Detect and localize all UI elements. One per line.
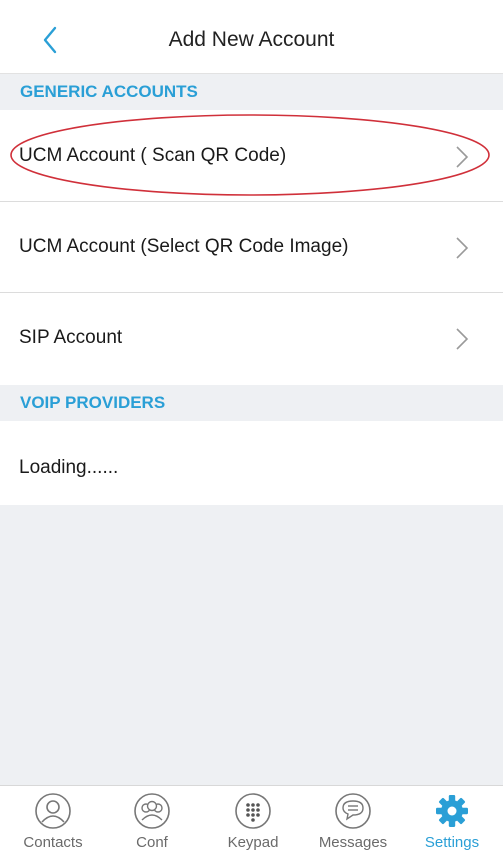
contacts-icon: [35, 793, 71, 829]
tab-label: Contacts: [23, 834, 83, 851]
tab-label: Messages: [318, 834, 388, 851]
chevron-right-icon: [456, 237, 469, 259]
tab-label: Settings: [424, 834, 480, 851]
tab-settings[interactable]: Settings: [402, 786, 502, 860]
tab-contacts[interactable]: Contacts: [3, 786, 103, 860]
conference-icon: [134, 793, 170, 829]
voip-loading-row: Loading......: [0, 437, 503, 505]
keypad-icon: [235, 793, 271, 829]
list-item-label: SIP Account: [19, 327, 123, 348]
header-bar: Add New Account: [0, 0, 503, 74]
settings-gear-icon: [436, 795, 468, 827]
page-title: Add New Account: [168, 28, 335, 51]
messages-icon: [335, 793, 371, 829]
tab-label: Keypad: [227, 834, 279, 851]
list-item-ucm-select-qr-image[interactable]: UCM Account (Select QR Code Image): [0, 202, 503, 293]
section-header-voip-providers: VOIP PROVIDERS: [0, 385, 503, 421]
section-spacer: [0, 421, 503, 437]
list-item-label: UCM Account ( Scan QR Code): [19, 145, 287, 166]
loading-status-text: Loading......: [19, 457, 119, 478]
tab-label: Conf: [136, 834, 168, 851]
list-item-label: UCM Account (Select QR Code Image): [19, 236, 349, 257]
chevron-right-icon: [456, 328, 469, 350]
bottom-tab-bar: Contacts Conf Keypad Messages Settings: [0, 785, 503, 859]
empty-content-area: [0, 505, 503, 785]
list-item-ucm-scan-qr[interactable]: UCM Account ( Scan QR Code): [0, 110, 503, 202]
tab-messages[interactable]: Messages: [303, 786, 403, 860]
list-item-sip-account[interactable]: SIP Account: [0, 293, 503, 385]
section-header-generic-accounts: GENERIC ACCOUNTS: [0, 74, 503, 110]
tab-keypad[interactable]: Keypad: [203, 786, 303, 860]
chevron-right-icon: [456, 146, 469, 168]
tab-conf[interactable]: Conf: [102, 786, 202, 860]
